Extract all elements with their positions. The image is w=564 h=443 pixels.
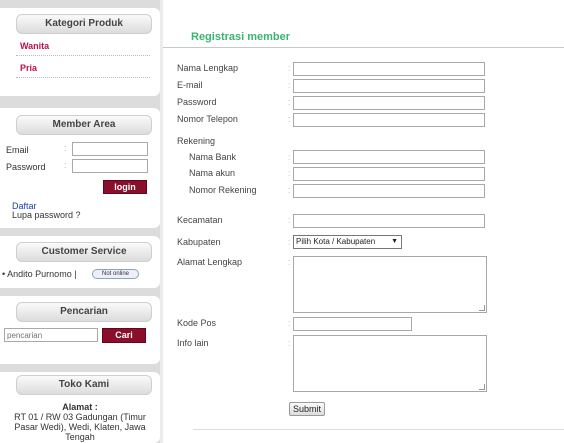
colon: : (288, 152, 291, 162)
registration-panel: Registrasi member Nama Lengkap : E-mail … (163, 0, 564, 443)
colon: : (288, 114, 291, 124)
info-lain-label: Info lain (177, 338, 209, 348)
nama-bank-input[interactable] (293, 150, 485, 164)
customer-service-box: Customer Service • Andito Purnomo | (0, 236, 160, 288)
colon: : (288, 215, 291, 225)
kabupaten-selected-value: Pilih Kota / Kabupaten (296, 237, 376, 246)
divider (16, 77, 150, 78)
kategori-produk-box: Kategori Produk Wanita Pria (0, 8, 160, 96)
colon: : (64, 160, 67, 170)
colon: : (288, 318, 291, 328)
page-title: Registrasi member (191, 31, 291, 43)
colon: : (288, 237, 291, 247)
alamat-label: Alamat : (62, 402, 98, 412)
nomor-telepon-input[interactable] (293, 113, 485, 127)
password-label: Password (177, 97, 217, 107)
login-button[interactable]: login (103, 180, 147, 194)
alamat-lengkap-textarea[interactable] (293, 256, 487, 313)
colon: : (288, 97, 291, 107)
nomor-rekening-label: Nomor Rekening (189, 185, 257, 195)
kode-pos-input[interactable] (293, 317, 412, 331)
divider (163, 47, 564, 48)
login-email-input[interactable] (72, 142, 148, 156)
customer-service-header: Customer Service (16, 242, 152, 262)
nama-akun-label: Nama akun (189, 168, 236, 178)
kabupaten-label: Kabupaten (177, 237, 221, 247)
password-input[interactable] (293, 96, 485, 110)
info-lain-textarea[interactable] (293, 335, 487, 392)
nama-lengkap-label: Nama Lengkap (177, 63, 239, 73)
colon: : (288, 168, 291, 178)
email-label: E-mail (177, 80, 203, 90)
dropdown-arrow-icon: ▼ (391, 238, 398, 245)
kecamatan-label: Kecamatan (177, 215, 223, 225)
login-password-input[interactable] (72, 159, 148, 173)
colon: : (288, 257, 291, 267)
kode-pos-label: Kode Pos (177, 318, 217, 328)
colon: : (64, 143, 67, 153)
nama-akun-input[interactable] (293, 167, 485, 181)
toko-kami-box: Toko Kami Alamat : RT 01 / RW 03 Gadunga… (0, 372, 160, 443)
store-address: RT 01 / RW 03 Gadungan (Timur Pasar Wedi… (14, 412, 146, 442)
category-link-pria[interactable]: Pria (20, 63, 37, 73)
member-area-box: Member Area Email : Password : login Daf… (0, 108, 160, 228)
alamat-lengkap-label: Alamat Lengkap (177, 257, 243, 267)
category-link-wanita[interactable]: Wanita (20, 41, 49, 51)
password-label: Password (6, 162, 46, 172)
lupa-password-link[interactable]: Lupa password ? (12, 210, 81, 220)
email-label: Email (6, 145, 29, 155)
nomor-rekening-input[interactable] (293, 184, 485, 198)
nomor-telepon-label: Nomor Telepon (177, 114, 238, 124)
toko-kami-header: Toko Kami (16, 375, 152, 395)
nama-lengkap-input[interactable] (293, 62, 485, 76)
divider (193, 429, 564, 430)
colon: : (288, 338, 291, 348)
search-input[interactable] (4, 328, 98, 342)
pencarian-box: Pencarian Cari (0, 296, 160, 364)
colon: : (288, 185, 291, 195)
colon: : (288, 63, 291, 73)
submit-button[interactable]: Submit (289, 402, 325, 416)
kabupaten-select[interactable]: Pilih Kota / Kabupaten ▼ (293, 235, 402, 249)
member-area-header: Member Area (16, 115, 152, 135)
sidebar: Kategori Produk Wanita Pria Member Area … (0, 0, 160, 443)
rekening-label: Rekening (177, 136, 216, 146)
kategori-produk-header: Kategori Produk (16, 14, 152, 34)
nama-bank-label: Nama Bank (189, 152, 237, 162)
email-input[interactable] (293, 79, 485, 93)
kecamatan-input[interactable] (293, 214, 485, 228)
cs-contact-name: • Andito Purnomo | (2, 269, 77, 279)
colon: : (288, 80, 291, 90)
search-button[interactable]: Cari (102, 328, 146, 343)
cs-status-badge[interactable]: Not online (92, 269, 139, 279)
pencarian-header: Pencarian (16, 302, 152, 322)
divider (16, 55, 150, 56)
